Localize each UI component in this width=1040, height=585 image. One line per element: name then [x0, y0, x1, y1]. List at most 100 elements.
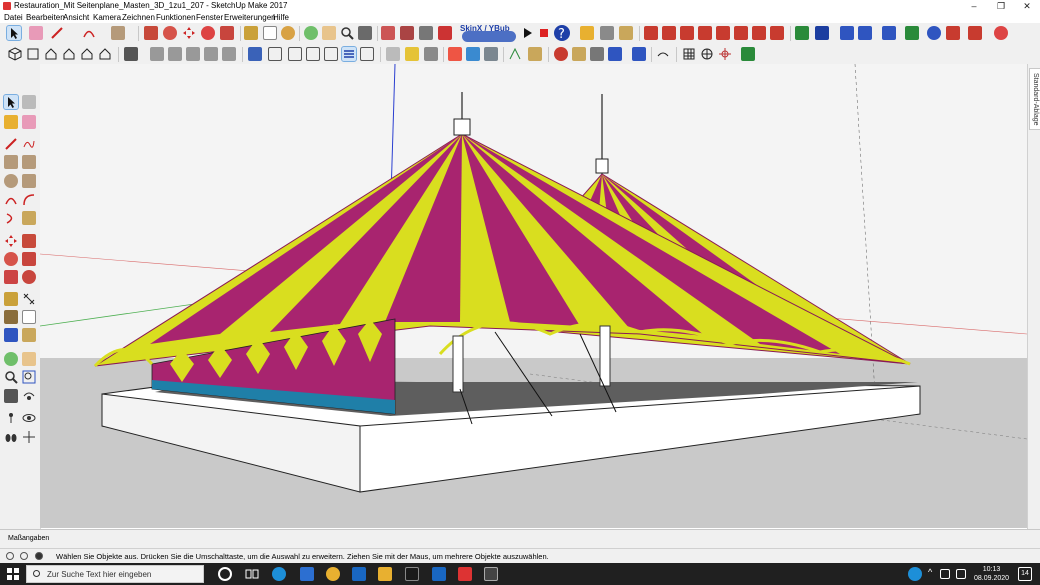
dimension-tool-icon[interactable]	[22, 292, 36, 306]
line-tool-icon[interactable]	[4, 137, 18, 151]
pan-tool-icon[interactable]	[22, 352, 36, 366]
tape-tool-icon[interactable]	[4, 292, 18, 306]
shaded-texture-icon[interactable]	[204, 47, 218, 61]
zoom-extents-icon[interactable]	[358, 26, 372, 40]
edge-icon[interactable]	[272, 567, 286, 581]
credits-icon[interactable]	[20, 552, 28, 560]
windows-start-icon[interactable]	[6, 567, 20, 581]
chrome-icon[interactable]	[326, 567, 340, 581]
paint-bucket-icon[interactable]	[4, 115, 18, 129]
skinx-icon[interactable]	[462, 31, 516, 42]
left-view-icon[interactable]	[98, 47, 112, 61]
rectangle-icon[interactable]	[111, 26, 125, 40]
menu-kamera[interactable]: Kamera	[93, 13, 121, 22]
previous-view-icon[interactable]	[22, 389, 36, 403]
cube-icon[interactable]	[8, 47, 22, 61]
make-component-icon[interactable]	[22, 95, 36, 109]
tape-icon[interactable]	[244, 26, 258, 40]
solid-tools-icon[interactable]	[600, 26, 614, 40]
warehouse-icon[interactable]	[381, 26, 395, 40]
add-detail-icon[interactable]	[946, 26, 960, 40]
match-photo-icon[interactable]	[528, 47, 542, 61]
orbit-icon[interactable]	[304, 26, 318, 40]
maximize-button[interactable]: ❐	[988, 0, 1014, 12]
stamp-icon[interactable]	[858, 26, 872, 40]
grid-icon[interactable]	[682, 47, 696, 61]
hidden-line-icon[interactable]	[168, 47, 182, 61]
menu-ansicht[interactable]: Ansicht	[63, 13, 89, 22]
scale-icon[interactable]	[201, 26, 215, 40]
style-icon[interactable]	[360, 47, 374, 61]
document-icon[interactable]	[432, 567, 446, 581]
taskbar-clock[interactable]: 10:13 08.09.2020	[974, 565, 1009, 583]
house-icon[interactable]	[44, 47, 58, 61]
3d-text-icon[interactable]	[22, 328, 36, 342]
sandbox-icon[interactable]	[882, 26, 896, 40]
axes-tool-icon[interactable]	[4, 328, 18, 342]
solid-red-icon[interactable]	[448, 47, 462, 61]
flip-icon[interactable]	[644, 26, 658, 40]
section-cut-icon[interactable]	[268, 47, 282, 61]
extension-icon[interactable]	[400, 26, 414, 40]
pushpull-tool-icon[interactable]	[22, 234, 36, 248]
rotate-icon[interactable]	[163, 26, 177, 40]
two-point-icon[interactable]	[324, 47, 338, 61]
zoom-extents-tool-icon[interactable]	[4, 389, 18, 403]
offset-z-icon[interactable]	[770, 26, 784, 40]
user-icon[interactable]	[35, 552, 43, 560]
solid-cube-icon[interactable]	[580, 26, 594, 40]
tray-expand-icon[interactable]: ^	[928, 567, 932, 577]
network-icon[interactable]	[940, 569, 950, 579]
protractor-icon[interactable]	[4, 310, 18, 324]
monochrome-icon[interactable]	[222, 47, 236, 61]
record-icon[interactable]	[994, 26, 1008, 40]
flip-edge-icon[interactable]	[927, 26, 941, 40]
walk-icon[interactable]	[4, 430, 18, 444]
perspective-lines-icon[interactable]	[508, 47, 522, 61]
mirror-icon[interactable]	[662, 26, 676, 40]
model-canvas[interactable]	[40, 64, 1027, 528]
component-options-icon[interactable]	[572, 47, 586, 61]
top-view-icon[interactable]	[26, 47, 40, 61]
polygon-tool-icon[interactable]	[22, 174, 36, 188]
solid-intersect-icon[interactable]	[619, 26, 633, 40]
geo-location-icon[interactable]	[6, 552, 14, 560]
arc-tool-icon[interactable]	[4, 193, 18, 207]
solid-grey-icon[interactable]	[484, 47, 498, 61]
paint-icon[interactable]	[281, 26, 295, 40]
layer-icon[interactable]	[341, 46, 357, 62]
section-plane-tool-icon[interactable]	[22, 430, 36, 444]
pencil-icon[interactable]	[50, 26, 64, 40]
pan-icon[interactable]	[322, 26, 336, 40]
two-point-arc-icon[interactable]	[22, 193, 36, 207]
menu-erweiterungen[interactable]: Erweiterungen	[224, 13, 276, 22]
play-icon[interactable]	[520, 26, 534, 40]
help-tray-icon[interactable]	[908, 567, 922, 581]
compass-icon[interactable]	[700, 47, 714, 61]
crosshair-icon[interactable]	[718, 47, 732, 61]
task-view-icon[interactable]	[245, 567, 259, 581]
taskbar-search[interactable]: Zur Suche Text hier eingeben	[26, 565, 204, 583]
xray-icon[interactable]	[124, 47, 138, 61]
menu-bearbeiten[interactable]: Bearbeiten	[26, 13, 65, 22]
circle-tool-icon[interactable]	[4, 174, 18, 188]
menu-hilfe[interactable]: Hilfe	[273, 13, 289, 22]
freehand-icon[interactable]	[22, 137, 36, 151]
scale-tool-icon[interactable]	[4, 270, 18, 284]
offset-x-icon[interactable]	[734, 26, 748, 40]
help-icon[interactable]: ?	[553, 24, 571, 42]
rotated-rectangle-icon[interactable]	[22, 155, 36, 169]
wireframe-icon[interactable]	[150, 47, 164, 61]
drape-icon[interactable]	[840, 26, 854, 40]
select-tool-icon[interactable]	[3, 94, 19, 110]
stop-icon[interactable]	[537, 26, 551, 40]
sketch-icon[interactable]	[656, 47, 670, 61]
smoove-icon[interactable]	[905, 26, 919, 40]
align-icon[interactable]	[680, 26, 694, 40]
text-icon[interactable]	[263, 26, 277, 40]
notification-icon[interactable]: 14	[1018, 567, 1032, 581]
solid-blue-icon[interactable]	[466, 47, 480, 61]
calculator-icon[interactable]	[484, 567, 498, 581]
fog-icon[interactable]	[386, 47, 400, 61]
position-camera-icon[interactable]	[4, 411, 18, 425]
